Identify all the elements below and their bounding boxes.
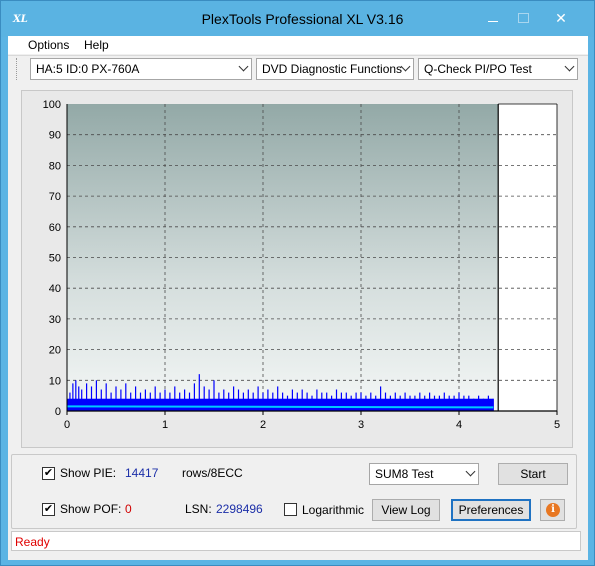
- show-poe-checkbox[interactable]: ✔: [42, 503, 55, 516]
- y-tick-label: 20: [49, 345, 61, 357]
- status-bar: Ready: [11, 531, 581, 551]
- close-icon: ✕: [555, 10, 567, 26]
- y-tick-label: 10: [49, 375, 61, 387]
- test-select-value: Q-Check PI/PO Test: [424, 62, 532, 76]
- x-tick-label: 4: [456, 419, 462, 431]
- title-bar[interactable]: XL PlexTools Professional XL V3.16 ✕: [1, 1, 594, 37]
- view-log-button[interactable]: View Log: [372, 499, 440, 521]
- function-select-value: DVD Diagnostic Functions: [262, 62, 403, 76]
- minimize-button[interactable]: [479, 9, 507, 29]
- pie-unit: rows/8ECC: [182, 466, 243, 480]
- maximize-button[interactable]: [509, 9, 537, 29]
- preferences-button[interactable]: Preferences: [451, 499, 531, 521]
- y-tick-label: 100: [43, 99, 61, 111]
- pie-average-line: [66, 405, 494, 409]
- lsn-value: 2298496: [216, 502, 263, 516]
- chevron-down-icon: [238, 61, 249, 72]
- drive-select-value: HA:5 ID:0 PX-760A: [36, 62, 140, 76]
- menu-bar: Options Help: [8, 36, 588, 54]
- drive-select[interactable]: HA:5 ID:0 PX-760A: [30, 58, 252, 80]
- sum-test-select[interactable]: SUM8 Test: [369, 463, 479, 485]
- info-button[interactable]: i: [540, 499, 565, 521]
- pie-value: 14417: [125, 466, 159, 480]
- logarithmic-checkbox[interactable]: [284, 503, 297, 516]
- x-tick-label: 2: [260, 419, 266, 431]
- menu-help[interactable]: Help: [84, 38, 109, 52]
- app-window: XL PlexTools Professional XL V3.16 ✕ Opt…: [0, 0, 595, 566]
- toolbar-divider: [8, 55, 588, 56]
- x-tick-label: 1: [162, 419, 168, 431]
- y-tick-label: 50: [49, 253, 61, 265]
- chevron-down-icon: [465, 466, 476, 477]
- lsn-label: LSN:: [185, 502, 212, 516]
- close-button[interactable]: ✕: [541, 9, 581, 29]
- chart-svg: 0 10 20 30 40 50 60 70 80 90 100 0 1 2 3 4 5: [43, 99, 560, 431]
- show-pie-checkbox[interactable]: ✔: [42, 467, 55, 480]
- menu-options[interactable]: Options: [28, 38, 69, 52]
- pi-po-chart: 0 10 20 30 40 50 60 70 80 90 100 0 1 2 3 4 5: [21, 90, 573, 448]
- show-poe-label: Show POF:: [60, 502, 122, 516]
- poe-value: 0: [125, 502, 132, 516]
- chevron-down-icon: [564, 61, 575, 72]
- client-area: Options Help HA:5 ID:0 PX-760A DVD Diagn…: [8, 36, 588, 560]
- y-tick-label: 70: [49, 191, 61, 203]
- y-tick-label: 60: [49, 222, 61, 234]
- start-button[interactable]: Start: [498, 463, 568, 485]
- sum-test-value: SUM8 Test: [375, 467, 434, 481]
- x-tick-label: 0: [64, 419, 70, 431]
- info-icon: i: [546, 503, 560, 517]
- toolbar-grip[interactable]: [16, 58, 19, 80]
- x-tick-label: 5: [554, 419, 560, 431]
- y-tick-label: 80: [49, 160, 61, 172]
- test-select[interactable]: Q-Check PI/PO Test: [418, 58, 578, 80]
- y-tick-label: 30: [49, 314, 61, 326]
- controls-panel: ✔ Show PIE: 14417 rows/8ECC SUM8 Test St…: [11, 454, 577, 529]
- y-tick-label: 0: [55, 406, 61, 418]
- x-tick-label: 3: [358, 419, 364, 431]
- y-tick-label: 90: [49, 130, 61, 142]
- logarithmic-label: Logarithmic: [302, 503, 365, 517]
- pie-density-band: [67, 398, 494, 411]
- y-tick-label: 40: [49, 283, 61, 295]
- show-pie-label: Show PIE:: [60, 466, 117, 480]
- function-select[interactable]: DVD Diagnostic Functions: [256, 58, 414, 80]
